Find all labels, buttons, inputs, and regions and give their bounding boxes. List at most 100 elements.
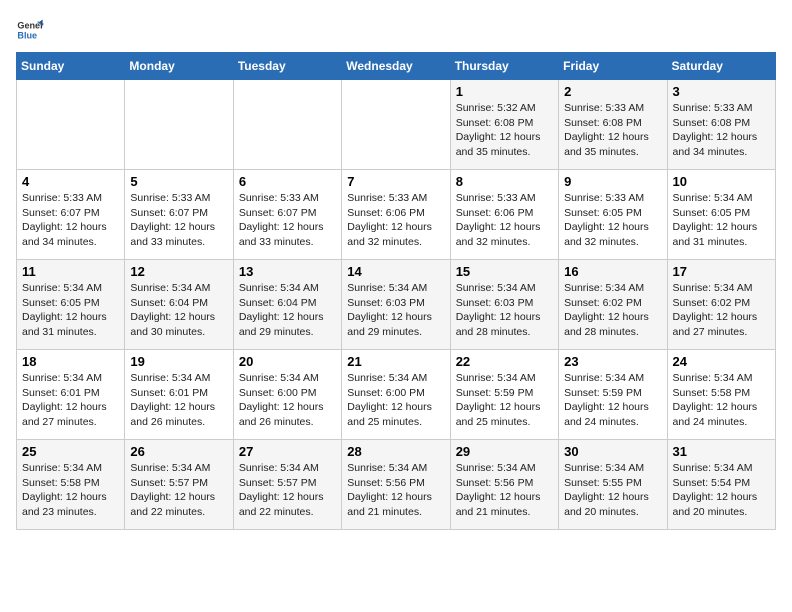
day-cell: 16 Sunrise: 5:34 AMSunset: 6:02 PMDayligh… (559, 260, 667, 350)
day-cell: 12 Sunrise: 5:34 AMSunset: 6:04 PMDayligh… (125, 260, 233, 350)
day-cell (17, 80, 125, 170)
day-number: 6 (239, 174, 336, 189)
weekday-header-wednesday: Wednesday (342, 53, 450, 80)
day-detail: Sunrise: 5:34 AMSunset: 5:59 PMDaylight:… (564, 371, 661, 430)
day-number: 12 (130, 264, 227, 279)
page-header: General Blue (16, 16, 776, 44)
weekday-header-saturday: Saturday (667, 53, 775, 80)
day-detail: Sunrise: 5:34 AMSunset: 6:04 PMDaylight:… (239, 281, 336, 340)
day-cell: 22 Sunrise: 5:34 AMSunset: 5:59 PMDayligh… (450, 350, 558, 440)
day-cell: 23 Sunrise: 5:34 AMSunset: 5:59 PMDayligh… (559, 350, 667, 440)
day-cell: 3Sunrise: 5:33 AMSunset: 6:08 PMDaylight… (667, 80, 775, 170)
week-row-2: 4 Sunrise: 5:33 AMSunset: 6:07 PMDaylight… (17, 170, 776, 260)
day-number: 21 (347, 354, 444, 369)
calendar-table: SundayMondayTuesdayWednesdayThursdayFrid… (16, 52, 776, 530)
day-cell: 14Sunrise: 5:34 AMSunset: 6:03 PMDayligh… (342, 260, 450, 350)
weekday-header-thursday: Thursday (450, 53, 558, 80)
day-detail: Sunrise: 5:33 AMSunset: 6:05 PMDaylight:… (564, 191, 661, 250)
day-cell: 9Sunrise: 5:33 AMSunset: 6:05 PMDaylight… (559, 170, 667, 260)
day-cell: 24 Sunrise: 5:34 AMSunset: 5:58 PMDayligh… (667, 350, 775, 440)
day-number: 25 (22, 444, 119, 459)
day-cell: 8 Sunrise: 5:33 AMSunset: 6:06 PMDaylight… (450, 170, 558, 260)
day-number: 22 (456, 354, 553, 369)
day-detail: Sunrise: 5:34 AMSunset: 6:05 PMDaylight:… (673, 191, 770, 250)
day-detail: Sunrise: 5:34 AMSunset: 6:00 PMDaylight:… (347, 371, 444, 430)
day-detail: Sunrise: 5:34 AMSunset: 6:04 PMDaylight:… (130, 281, 227, 340)
day-cell: 6 Sunrise: 5:33 AMSunset: 6:07 PMDaylight… (233, 170, 341, 260)
svg-text:Blue: Blue (17, 30, 37, 40)
day-cell: 19 Sunrise: 5:34 AMSunset: 6:01 PMDayligh… (125, 350, 233, 440)
day-detail: Sunrise: 5:34 AMSunset: 5:57 PMDaylight:… (130, 461, 227, 520)
day-number: 23 (564, 354, 661, 369)
day-number: 20 (239, 354, 336, 369)
logo-icon: General Blue (16, 16, 44, 44)
day-detail: Sunrise: 5:34 AMSunset: 6:05 PMDaylight:… (22, 281, 119, 340)
day-detail: Sunrise: 5:34 AMSunset: 6:03 PMDaylight:… (456, 281, 553, 340)
weekday-header-sunday: Sunday (17, 53, 125, 80)
day-cell (342, 80, 450, 170)
day-detail: Sunrise: 5:34 AMSunset: 5:55 PMDaylight:… (564, 461, 661, 520)
day-number: 13 (239, 264, 336, 279)
day-detail: Sunrise: 5:33 AMSunset: 6:08 PMDaylight:… (564, 101, 661, 160)
day-detail: Sunrise: 5:32 AMSunset: 6:08 PMDaylight:… (456, 101, 553, 160)
day-number: 29 (456, 444, 553, 459)
day-detail: Sunrise: 5:34 AMSunset: 6:03 PMDaylight:… (347, 281, 444, 340)
day-cell: 17Sunrise: 5:34 AMSunset: 6:02 PMDayligh… (667, 260, 775, 350)
day-number: 19 (130, 354, 227, 369)
week-row-5: 25 Sunrise: 5:34 AMSunset: 5:58 PMDayligh… (17, 440, 776, 530)
day-detail: Sunrise: 5:33 AMSunset: 6:06 PMDaylight:… (456, 191, 553, 250)
week-row-3: 11 Sunrise: 5:34 AMSunset: 6:05 PMDayligh… (17, 260, 776, 350)
day-cell: 20 Sunrise: 5:34 AMSunset: 6:00 PMDayligh… (233, 350, 341, 440)
day-number: 31 (673, 444, 770, 459)
day-cell: 5 Sunrise: 5:33 AMSunset: 6:07 PMDaylight… (125, 170, 233, 260)
weekday-header-monday: Monday (125, 53, 233, 80)
day-number: 28 (347, 444, 444, 459)
day-detail: Sunrise: 5:34 AMSunset: 5:58 PMDaylight:… (673, 371, 770, 430)
day-cell: 31 Sunrise: 5:34 AMSunset: 5:54 PMDayligh… (667, 440, 775, 530)
day-number: 7 (347, 174, 444, 189)
day-cell: 15 Sunrise: 5:34 AMSunset: 6:03 PMDayligh… (450, 260, 558, 350)
day-detail: Sunrise: 5:34 AMSunset: 6:02 PMDaylight:… (673, 281, 770, 340)
day-cell: 30 Sunrise: 5:34 AMSunset: 5:55 PMDayligh… (559, 440, 667, 530)
day-detail: Sunrise: 5:34 AMSunset: 5:54 PMDaylight:… (673, 461, 770, 520)
day-detail: Sunrise: 5:34 AMSunset: 5:57 PMDaylight:… (239, 461, 336, 520)
day-cell (233, 80, 341, 170)
day-number: 11 (22, 264, 119, 279)
day-cell: 2Sunrise: 5:33 AMSunset: 6:08 PMDaylight… (559, 80, 667, 170)
day-detail: Sunrise: 5:34 AMSunset: 5:56 PMDaylight:… (347, 461, 444, 520)
day-cell: 10 Sunrise: 5:34 AMSunset: 6:05 PMDayligh… (667, 170, 775, 260)
weekday-header-friday: Friday (559, 53, 667, 80)
day-number: 5 (130, 174, 227, 189)
day-number: 30 (564, 444, 661, 459)
day-number: 1 (456, 84, 553, 99)
day-cell: 27 Sunrise: 5:34 AMSunset: 5:57 PMDayligh… (233, 440, 341, 530)
day-detail: Sunrise: 5:34 AMSunset: 6:00 PMDaylight:… (239, 371, 336, 430)
day-detail: Sunrise: 5:33 AMSunset: 6:07 PMDaylight:… (239, 191, 336, 250)
day-detail: Sunrise: 5:34 AMSunset: 5:59 PMDaylight:… (456, 371, 553, 430)
day-cell: 1 Sunrise: 5:32 AMSunset: 6:08 PMDaylight… (450, 80, 558, 170)
day-number: 15 (456, 264, 553, 279)
day-number: 18 (22, 354, 119, 369)
day-cell: 11 Sunrise: 5:34 AMSunset: 6:05 PMDayligh… (17, 260, 125, 350)
day-cell: 26 Sunrise: 5:34 AMSunset: 5:57 PMDayligh… (125, 440, 233, 530)
logo: General Blue (16, 16, 48, 44)
day-cell (125, 80, 233, 170)
day-detail: Sunrise: 5:34 AMSunset: 5:58 PMDaylight:… (22, 461, 119, 520)
day-cell: 28 Sunrise: 5:34 AMSunset: 5:56 PMDayligh… (342, 440, 450, 530)
day-number: 26 (130, 444, 227, 459)
day-number: 24 (673, 354, 770, 369)
day-number: 16 (564, 264, 661, 279)
day-cell: 13 Sunrise: 5:34 AMSunset: 6:04 PMDayligh… (233, 260, 341, 350)
weekday-header-tuesday: Tuesday (233, 53, 341, 80)
day-number: 8 (456, 174, 553, 189)
day-detail: Sunrise: 5:34 AMSunset: 6:01 PMDaylight:… (130, 371, 227, 430)
day-detail: Sunrise: 5:33 AMSunset: 6:06 PMDaylight:… (347, 191, 444, 250)
day-number: 3 (673, 84, 770, 99)
day-cell: 18Sunrise: 5:34 AMSunset: 6:01 PMDayligh… (17, 350, 125, 440)
day-number: 10 (673, 174, 770, 189)
day-number: 4 (22, 174, 119, 189)
day-number: 27 (239, 444, 336, 459)
day-cell: 21 Sunrise: 5:34 AMSunset: 6:00 PMDayligh… (342, 350, 450, 440)
day-detail: Sunrise: 5:34 AMSunset: 6:02 PMDaylight:… (564, 281, 661, 340)
day-detail: Sunrise: 5:33 AMSunset: 6:07 PMDaylight:… (130, 191, 227, 250)
